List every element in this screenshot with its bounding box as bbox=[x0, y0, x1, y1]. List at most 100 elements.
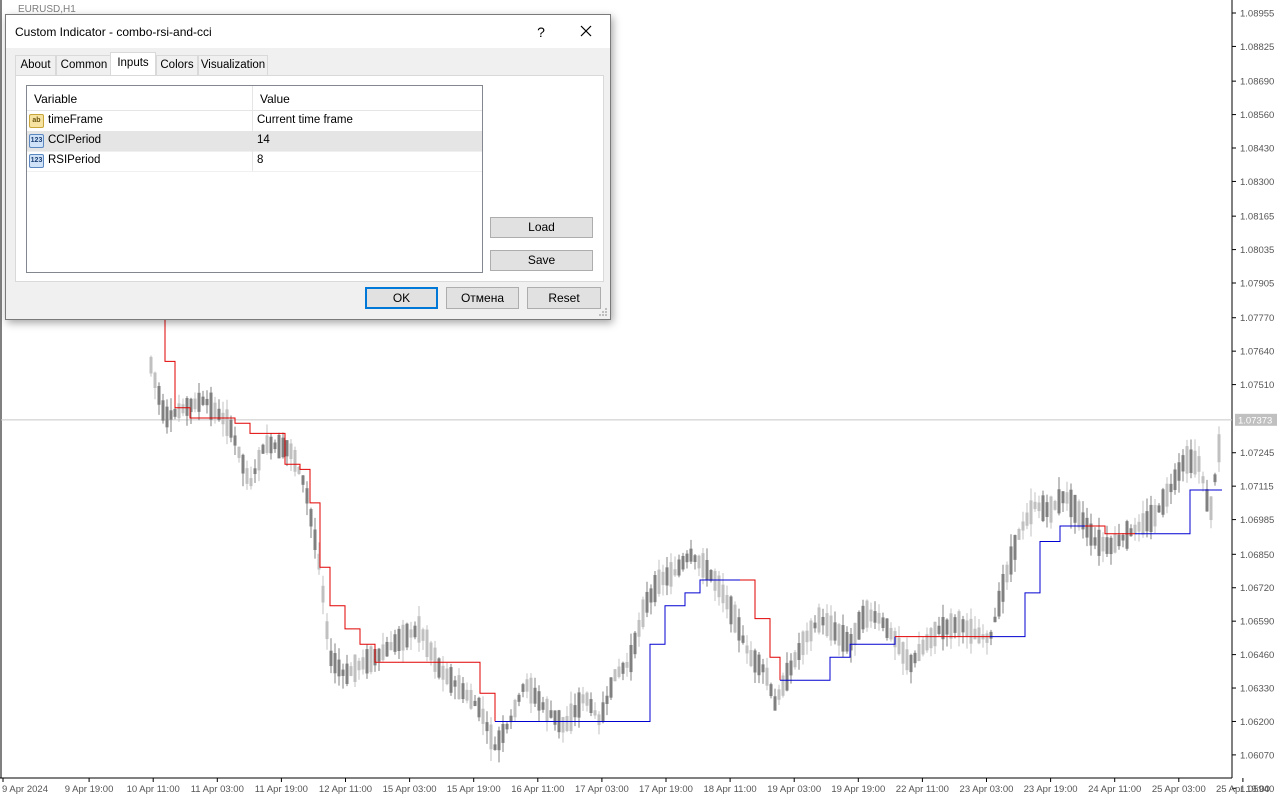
time-tick-label: 10 Apr 11:00 bbox=[127, 784, 180, 795]
candle-body bbox=[1089, 523, 1093, 546]
grid-row-cciperiod[interactable]: 123 CCIPeriod 14 bbox=[27, 131, 482, 152]
tab-visualization[interactable]: Visualization bbox=[198, 55, 268, 75]
candle-body bbox=[929, 628, 933, 649]
candle-body bbox=[269, 436, 273, 454]
candle-body bbox=[645, 591, 649, 613]
tab-common[interactable]: Common bbox=[56, 55, 112, 75]
time-tick-label: 11 Apr 19:00 bbox=[255, 784, 308, 795]
candle-body bbox=[477, 697, 481, 718]
candle-body bbox=[677, 559, 681, 576]
candle-body bbox=[525, 679, 529, 692]
candle-body bbox=[565, 715, 569, 732]
candle-body bbox=[453, 680, 457, 687]
candle-body bbox=[905, 649, 909, 671]
candle-body bbox=[613, 669, 617, 682]
column-separator bbox=[252, 86, 253, 110]
candle-body bbox=[861, 605, 865, 630]
tab-inputs[interactable]: Inputs bbox=[110, 52, 156, 75]
variable-value[interactable]: Current time frame bbox=[257, 114, 353, 126]
resize-grip-icon[interactable] bbox=[598, 307, 608, 317]
candle-body bbox=[365, 649, 369, 674]
candle-body bbox=[441, 665, 445, 680]
price-tick-label: 1.08825 bbox=[1240, 42, 1274, 53]
candle-body bbox=[1085, 517, 1089, 538]
price-tick-label: 1.06720 bbox=[1240, 583, 1274, 594]
candle-body bbox=[357, 660, 361, 671]
candle-body bbox=[877, 612, 881, 624]
candle-body bbox=[1081, 512, 1085, 530]
candle-body bbox=[345, 663, 349, 684]
candle-body bbox=[949, 613, 953, 639]
candle-body bbox=[921, 639, 925, 655]
ok-button[interactable]: OK bbox=[365, 287, 438, 309]
string-type-icon: ab bbox=[29, 114, 44, 128]
dialog-titlebar[interactable]: Custom Indicator - combo-rsi-and-cci ? bbox=[6, 15, 610, 48]
candle-body bbox=[385, 641, 389, 657]
candle-body bbox=[1113, 533, 1117, 553]
candle-body bbox=[521, 684, 525, 692]
variable-value[interactable]: 14 bbox=[257, 134, 270, 146]
candle-body bbox=[989, 631, 993, 639]
price-tick-label: 1.08560 bbox=[1240, 110, 1274, 121]
cancel-button[interactable]: Отмена bbox=[446, 287, 519, 309]
time-tick-label: 22 Apr 11:00 bbox=[896, 784, 949, 795]
candle-body bbox=[433, 647, 437, 672]
column-header-value[interactable]: Value bbox=[260, 92, 290, 106]
candle-body bbox=[1041, 495, 1045, 522]
candle-body bbox=[937, 625, 941, 635]
column-header-variable[interactable]: Variable bbox=[34, 92, 77, 106]
candle-body bbox=[181, 404, 185, 414]
candle-body bbox=[1001, 574, 1005, 602]
price-tick-label: 1.07640 bbox=[1240, 347, 1274, 358]
candle-body bbox=[401, 624, 405, 651]
candle-body bbox=[753, 650, 757, 673]
candle-body bbox=[1193, 450, 1197, 475]
candle-body bbox=[277, 434, 281, 459]
close-button[interactable] bbox=[574, 20, 598, 42]
candle-body bbox=[837, 624, 841, 646]
candle-body bbox=[789, 660, 793, 676]
candle-body bbox=[729, 596, 733, 625]
help-button[interactable]: ? bbox=[531, 23, 551, 41]
candle-body bbox=[777, 689, 781, 700]
variable-name: CCIPeriod bbox=[48, 134, 102, 146]
save-button[interactable]: Save bbox=[490, 250, 593, 271]
candle-body bbox=[337, 659, 341, 677]
number-type-icon: 123 bbox=[29, 154, 44, 168]
candle-body bbox=[545, 698, 549, 722]
candle-body bbox=[1045, 502, 1049, 517]
candle-body bbox=[1105, 537, 1109, 554]
variable-value[interactable]: 8 bbox=[257, 154, 263, 166]
tab-about[interactable]: About bbox=[15, 55, 56, 75]
candle-body bbox=[197, 392, 201, 412]
tab-colors[interactable]: Colors bbox=[156, 55, 198, 75]
time-tick-label: 9 Apr 2024 bbox=[2, 784, 48, 795]
candle-body bbox=[225, 409, 229, 436]
candle-body bbox=[1009, 546, 1013, 575]
candle-body bbox=[749, 650, 753, 667]
grid-row-timeframe[interactable]: ab timeFrame Current time frame bbox=[27, 111, 482, 132]
candle-body bbox=[793, 652, 797, 668]
candle-body bbox=[469, 689, 473, 709]
candle-body bbox=[553, 710, 557, 725]
candle-body bbox=[1213, 474, 1217, 483]
grid-row-rsiperiod[interactable]: 123 RSIPeriod 8 bbox=[27, 151, 482, 172]
candle-body bbox=[773, 696, 777, 711]
candle-body bbox=[289, 443, 293, 460]
candle-body bbox=[665, 567, 669, 586]
price-tick-label: 1.06850 bbox=[1240, 550, 1274, 561]
candle-body bbox=[301, 475, 305, 485]
inputs-grid[interactable]: Variable Value ab timeFrame Current time… bbox=[26, 85, 483, 273]
candle-body bbox=[1189, 449, 1193, 473]
candle-body bbox=[869, 609, 873, 622]
load-button[interactable]: Load bbox=[490, 217, 593, 238]
candle-body bbox=[1161, 489, 1165, 515]
price-tick-label: 1.08300 bbox=[1240, 177, 1274, 188]
candle-body bbox=[377, 648, 381, 662]
candle-body bbox=[1061, 491, 1065, 504]
reset-button[interactable]: Reset bbox=[527, 287, 601, 309]
candle-body bbox=[873, 611, 877, 623]
candle-body bbox=[1033, 501, 1037, 510]
candle-body bbox=[649, 588, 653, 603]
candle-body bbox=[889, 627, 893, 640]
